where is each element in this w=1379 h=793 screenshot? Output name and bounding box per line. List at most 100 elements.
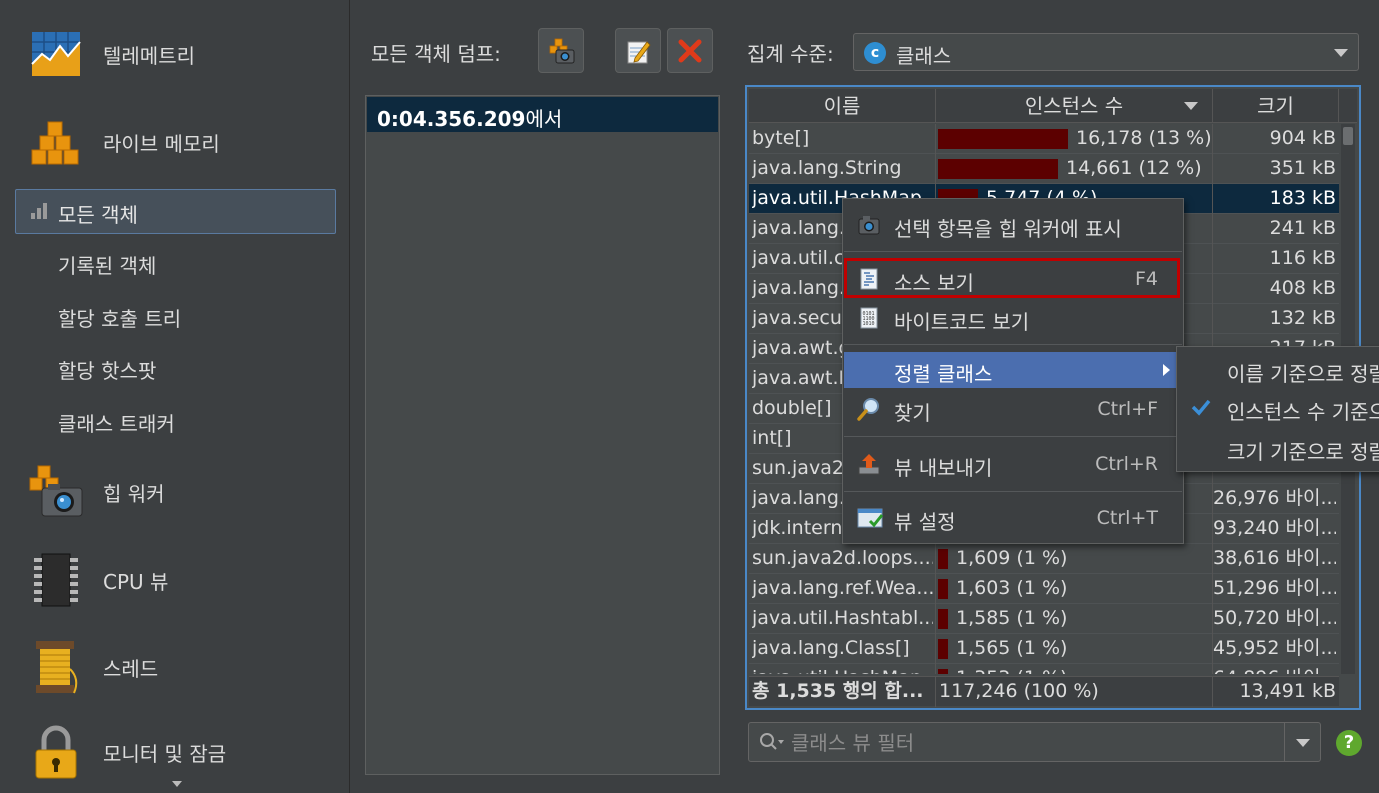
help-icon[interactable]: ? <box>1336 730 1362 756</box>
table-header: 이름 인스턴스 수 크기 <box>749 89 1357 123</box>
sidebar-item-allocation-call-tree[interactable]: 할당 호출 트리 <box>0 301 350 333</box>
table-row[interactable]: byte[] 16,178 (13 %) 904 kB <box>749 124 1339 154</box>
instance-count-text: 1,609 (1 %) <box>956 547 1068 569</box>
submenu-item-label: 크기 기준으로 정렬 <box>1227 440 1379 464</box>
sidebar-item-threads[interactable]: 스레드 <box>0 637 350 697</box>
instance-bar <box>938 579 948 599</box>
dump-list-item[interactable]: 0:04.356.209에서 <box>367 97 718 132</box>
sidebar-item-heap-walker[interactable]: 힙 워커 <box>0 462 350 522</box>
column-header-size[interactable]: 크기 <box>1213 89 1339 123</box>
filter-history-button[interactable] <box>1284 723 1320 761</box>
edit-button[interactable] <box>615 28 661 73</box>
sort-descending-icon <box>1184 102 1198 110</box>
menu-item-label: 뷰 내보내기 <box>894 456 993 480</box>
submenu-arrow-icon <box>1163 364 1170 376</box>
sidebar-item-class-tracker[interactable]: 클래스 트래커 <box>0 406 350 438</box>
table-footer: 총 1,535 행의 합... 117,246 (100 %) 13,491 k… <box>749 676 1339 707</box>
instance-count-text: 16,178 (13 %) <box>1076 127 1211 149</box>
aggregation-value: 클래스 <box>896 44 952 68</box>
menu-item-show-bytecode[interactable]: 0101 1100 1010 바이트코드 보기 <box>844 300 1182 336</box>
bar-chart-icon <box>31 203 47 219</box>
sidebar-item-label: 할당 핫스팟 <box>58 358 157 383</box>
cell-size: 241 kB <box>1269 217 1336 239</box>
table-row[interactable]: java.lang.Class[] 1,565 (1 %) 45,952 바이... <box>749 634 1339 664</box>
sidebar-item-telemetry[interactable]: 텔레메트리 <box>0 24 350 84</box>
table-row[interactable]: java.util.HashMap... 1,353 (1 %) 64,896 바이… <box>749 664 1339 674</box>
live-memory-icon <box>31 121 79 165</box>
sidebar-item-all-objects[interactable]: 모든 객체 <box>15 189 336 234</box>
heap-walker-icon <box>29 465 83 517</box>
class-badge-icon: c <box>864 42 886 64</box>
sidebar-scroll-down-icon[interactable] <box>172 781 182 787</box>
table-row[interactable]: java.lang.String 14,661 (12 %) 351 kB <box>749 154 1339 184</box>
cell-size: 50,720 바이... <box>1213 607 1336 629</box>
sidebar-item-live-memory[interactable]: 라이브 메모리 <box>0 112 350 172</box>
submenu-item-sort-by-size[interactable]: 크기 기준으로 정렬 <box>1177 429 1379 467</box>
dump-time-suffix: 에서 <box>525 107 563 131</box>
dump-list[interactable]: 0:04.356.209에서 <box>365 95 720 775</box>
scrollbar-thumb[interactable] <box>1343 127 1353 145</box>
sidebar-item-label: 모니터 및 잠금 <box>103 741 227 766</box>
menu-item-view-settings[interactable]: 뷰 설정 Ctrl+T <box>844 500 1182 536</box>
instance-bar <box>938 609 948 629</box>
cell-class-name: java.lang.String <box>752 157 902 179</box>
sidebar-item-recorded-objects[interactable]: 기록된 객체 <box>0 248 350 280</box>
cell-instance-count: 16,178 (13 %) <box>936 124 1211 154</box>
instance-bar <box>938 129 1068 149</box>
delete-button[interactable] <box>667 28 713 73</box>
aggregation-select[interactable]: c 클래스 <box>853 33 1359 71</box>
context-menu: 선택 항목을 힙 워커에 표시 소스 보기 F4 0101 1100 1010 … <box>842 198 1184 544</box>
menu-item-shortcut: Ctrl+F <box>1097 398 1158 420</box>
class-view-filter[interactable] <box>748 722 1321 762</box>
cell-class-name: sun.java2d.loops.... <box>752 547 933 569</box>
svg-text:1010: 1010 <box>863 321 875 327</box>
sidebar-item-allocation-hotspots[interactable]: 할당 핫스팟 <box>0 353 350 385</box>
footer-total-rows: 총 1,535 행의 합... <box>752 680 924 702</box>
take-dump-button[interactable] <box>538 28 584 73</box>
filter-input[interactable] <box>791 730 1271 756</box>
menu-item-shortcut: Ctrl+R <box>1095 453 1158 475</box>
sidebar-item-label: CPU 뷰 <box>103 569 169 594</box>
cell-instance-count: 1,585 (1 %) <box>936 604 1211 634</box>
magnifier-icon <box>857 398 879 421</box>
search-icon <box>760 733 784 750</box>
menu-item-show-in-heap-walker[interactable]: 선택 항목을 힙 워커에 표시 <box>844 207 1182 243</box>
table-row[interactable]: java.lang.ref.Wea... 1,603 (1 %) 51,296 바이… <box>749 574 1339 604</box>
camera-icon <box>858 216 880 235</box>
cell-instance-count: 1,565 (1 %) <box>936 634 1211 664</box>
table-row[interactable]: java.util.Hashtabl... 1,585 (1 %) 50,720 바… <box>749 604 1339 634</box>
column-header-instances[interactable]: 인스턴스 수 <box>936 89 1213 123</box>
sidebar-item-label: 클래스 트래커 <box>58 411 175 436</box>
menu-item-find[interactable]: 찾기 Ctrl+F <box>844 391 1182 427</box>
menu-item-export-view[interactable]: 뷰 내보내기 Ctrl+R <box>844 446 1182 482</box>
submenu-item-sort-by-name[interactable]: 이름 기준으로 정렬 <box>1177 351 1379 389</box>
cell-size: 904 kB <box>1269 127 1336 149</box>
view-settings-icon <box>857 508 884 528</box>
close-icon <box>678 39 702 62</box>
column-header-label: 인스턴스 수 <box>1024 94 1124 118</box>
submenu-item-label: 인스턴스 수 기준으로 정렬 <box>1227 400 1379 424</box>
submenu-item-sort-by-instances[interactable]: 인스턴스 수 기준으로 정렬 <box>1177 389 1379 427</box>
instance-bar <box>938 549 948 569</box>
instance-count-text: 1,603 (1 %) <box>956 577 1068 599</box>
bytecode-icon: 0101 1100 1010 <box>860 307 878 329</box>
menu-item-sort-classes[interactable]: 정렬 클래스 <box>844 352 1182 388</box>
cell-size: 38,616 바이... <box>1213 547 1336 569</box>
table-row[interactable]: sun.java2d.loops.... 1,609 (1 %) 38,616 바이… <box>749 544 1339 574</box>
heap-camera-icon <box>549 38 575 63</box>
cell-size: 93,240 바이... <box>1213 517 1336 539</box>
menu-item-label: 바이트코드 보기 <box>894 310 1030 334</box>
menu-item-label: 선택 항목을 힙 워커에 표시 <box>894 217 1122 241</box>
footer-total-size: 13,491 kB <box>1239 680 1336 702</box>
sidebar-item-cpu-views[interactable]: CPU 뷰 <box>0 550 350 610</box>
chevron-down-icon <box>1334 49 1348 57</box>
cell-size: 351 kB <box>1269 157 1336 179</box>
sidebar-item-monitors-locks[interactable]: 모니터 및 잠금 <box>0 722 350 782</box>
menu-item-label: 뷰 설정 <box>894 510 956 534</box>
cell-class-name: java.util.Hashtabl... <box>752 607 933 629</box>
notepad-pencil-icon <box>627 40 651 63</box>
menu-item-shortcut: Ctrl+T <box>1096 507 1158 529</box>
column-header-name[interactable]: 이름 <box>749 89 936 123</box>
dump-label: 모든 객체 덤프: <box>371 42 501 66</box>
cell-class-name: byte[] <box>752 127 810 149</box>
